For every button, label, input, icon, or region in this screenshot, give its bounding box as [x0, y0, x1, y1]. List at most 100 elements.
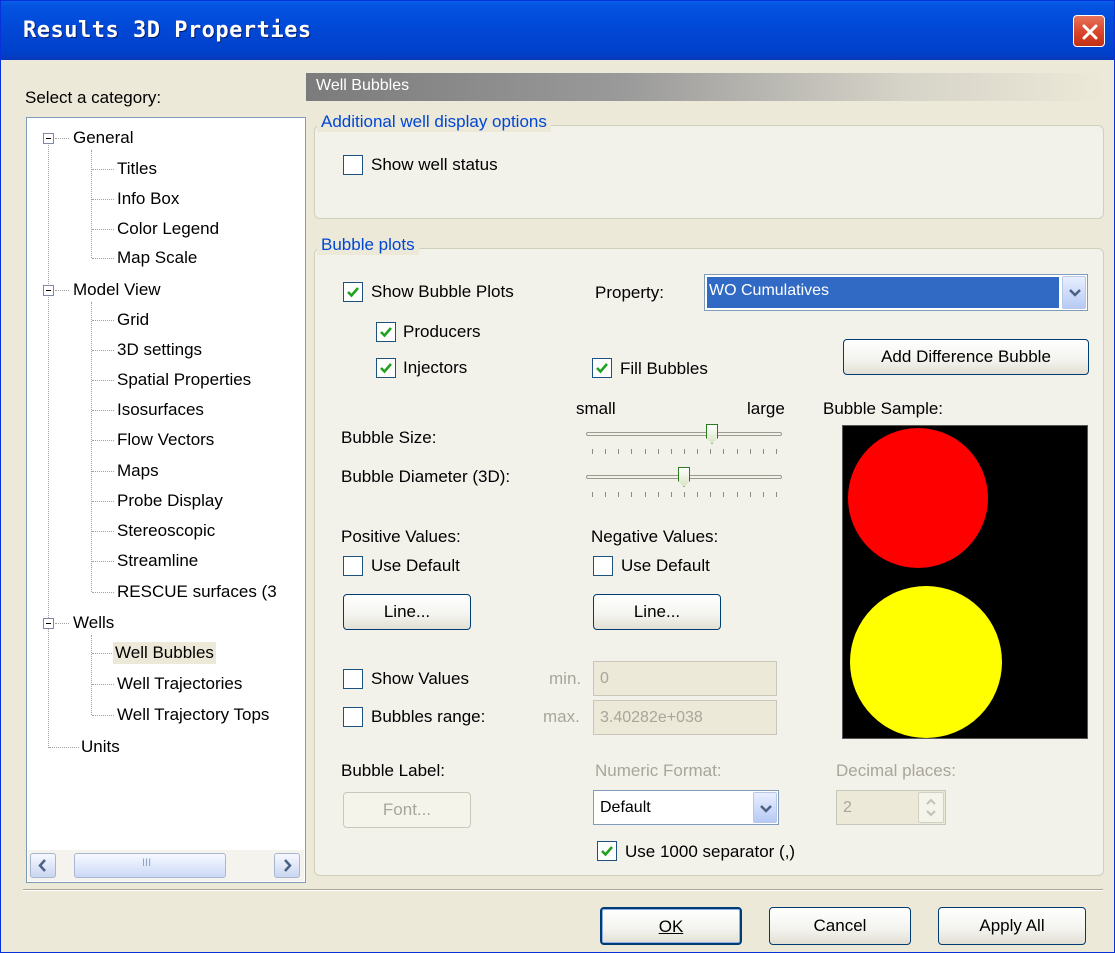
bubble-size-thumb[interactable]	[706, 424, 718, 444]
show-values-checkbox[interactable]	[343, 669, 363, 689]
checkmark-icon	[601, 846, 613, 857]
category-label: Select a category:	[25, 88, 162, 107]
tree-item-wells[interactable]: Wells	[71, 612, 116, 634]
tree-item-probe-display[interactable]: Probe Display	[115, 490, 225, 512]
use-separator-checkbox[interactable]	[597, 841, 617, 861]
ok-button-label: OK	[658, 917, 684, 936]
negative-bubble	[850, 586, 1002, 738]
slider-tick	[776, 449, 777, 454]
positive-use-default-checkbox[interactable]	[343, 556, 363, 576]
tree-item-3d-settings[interactable]: 3D settings	[115, 339, 204, 361]
tree-item-isosurfaces[interactable]: Isosurfaces	[115, 399, 206, 421]
tree-item-stereoscopic[interactable]: Stereoscopic	[115, 520, 217, 542]
negative-use-default-checkbox[interactable]	[593, 556, 613, 576]
slider-tick	[618, 492, 619, 497]
tree-item-general[interactable]: General	[71, 127, 135, 149]
bubble-diameter-slider[interactable]	[586, 465, 782, 499]
fill-bubbles-label: Fill Bubbles	[620, 359, 708, 378]
positive-line-button[interactable]: Line...	[343, 594, 471, 630]
expander-wells-icon[interactable]	[43, 618, 54, 629]
tree-item-spatial-properties[interactable]: Spatial Properties	[115, 369, 253, 391]
property-dropdown-button[interactable]	[1062, 276, 1086, 309]
bubble-size-slider[interactable]	[586, 422, 782, 456]
decimal-places-input[interactable]: 2	[836, 790, 946, 825]
apply-all-button-label: Apply All	[979, 916, 1045, 935]
min-input[interactable]: 0	[593, 661, 777, 696]
bubble-diameter-thumb[interactable]	[678, 467, 690, 487]
property-select[interactable]: WO Cumulatives	[704, 274, 1088, 311]
bubbles-range-checkbox[interactable]	[343, 707, 363, 727]
slider-tick	[750, 492, 751, 497]
slider-tick	[750, 449, 751, 454]
add-difference-bubble-button[interactable]: Add Difference Bubble	[843, 339, 1089, 375]
slider-small-label: small	[576, 399, 616, 418]
numeric-format-select[interactable]: Default	[593, 790, 779, 825]
properties-dialog: Results 3D Properties Select a category:…	[0, 0, 1115, 953]
injectors-label: Injectors	[403, 358, 468, 377]
numeric-format-dropdown-button[interactable]	[753, 792, 777, 823]
checkmark-icon	[380, 327, 392, 338]
bubble-diameter-ticks	[592, 492, 777, 498]
decimal-places-spinner[interactable]	[918, 792, 944, 823]
slider-tick	[737, 492, 738, 497]
chevron-down-icon	[760, 805, 772, 813]
slider-tick	[592, 492, 593, 497]
slider-tick	[658, 449, 659, 454]
producers-checkbox[interactable]	[376, 322, 396, 342]
slider-tick	[763, 449, 764, 454]
tree-item-rescue-surfaces[interactable]: RESCUE surfaces (3	[115, 581, 279, 603]
tree-item-titles[interactable]: Titles	[115, 158, 159, 180]
slider-tick	[605, 449, 606, 454]
apply-all-button[interactable]: Apply All	[938, 907, 1086, 945]
tree-item-units[interactable]: Units	[79, 736, 122, 758]
tree-item-maps[interactable]: Maps	[115, 460, 161, 482]
close-button[interactable]	[1073, 15, 1105, 47]
tree-item-model-view[interactable]: Model View	[71, 279, 163, 301]
injectors-checkbox[interactable]	[376, 358, 396, 378]
show-bubble-plots-checkbox[interactable]	[343, 282, 363, 302]
negative-line-button[interactable]: Line...	[593, 594, 721, 630]
numeric-format-label: Numeric Format:	[595, 761, 722, 780]
tree-item-well-trajectories[interactable]: Well Trajectories	[115, 673, 244, 695]
tree-horizontal-scrollbar[interactable]: III	[28, 850, 304, 881]
category-tree[interactable]: General Titles Info Box Color Legend Map…	[26, 117, 306, 883]
section-title: Well Bubbles	[316, 77, 410, 94]
spinner-up-down-icon	[926, 798, 936, 817]
slider-tick	[737, 449, 738, 454]
tree-item-info-box[interactable]: Info Box	[115, 188, 181, 210]
tree-item-grid[interactable]: Grid	[115, 309, 151, 331]
ok-button[interactable]: OK	[600, 907, 742, 945]
scroll-grip: III	[142, 857, 152, 869]
tree-item-flow-vectors[interactable]: Flow Vectors	[115, 429, 216, 451]
tree-item-well-trajectory-tops[interactable]: Well Trajectory Tops	[115, 704, 271, 726]
negative-use-default-label: Use Default	[621, 556, 710, 575]
slider-tick	[697, 492, 698, 497]
tree-item-color-legend[interactable]: Color Legend	[115, 218, 221, 240]
max-input[interactable]: 3.40282e+038	[593, 700, 777, 735]
expander-general-icon[interactable]	[43, 133, 54, 144]
tree-item-map-scale[interactable]: Map Scale	[115, 247, 199, 269]
cancel-button-label: Cancel	[813, 916, 867, 935]
font-button[interactable]: Font...	[343, 792, 471, 828]
cancel-button[interactable]: Cancel	[769, 907, 911, 945]
tree-item-well-bubbles[interactable]: Well Bubbles	[113, 642, 216, 664]
producers-label: Producers	[403, 322, 481, 341]
window-title: Results 3D Properties	[23, 18, 312, 43]
scroll-left-button[interactable]	[30, 853, 56, 878]
slider-tick	[723, 492, 724, 497]
positive-use-default-label: Use Default	[371, 556, 460, 575]
decimal-places-value: 2	[843, 799, 852, 816]
slider-tick	[631, 449, 632, 454]
slider-tick	[631, 492, 632, 497]
max-label: max.	[543, 707, 580, 726]
expander-model-view-icon[interactable]	[43, 285, 54, 296]
tree-item-streamline[interactable]: Streamline	[115, 550, 200, 572]
scroll-thumb[interactable]: III	[74, 853, 226, 878]
slider-tick	[658, 492, 659, 497]
show-well-status-checkbox[interactable]	[343, 155, 363, 175]
title-bar[interactable]: Results 3D Properties	[1, 1, 1114, 60]
min-label: min.	[549, 669, 582, 688]
scroll-right-button[interactable]	[274, 853, 300, 878]
arrow-left-icon	[38, 859, 46, 872]
fill-bubbles-checkbox[interactable]	[592, 358, 612, 378]
